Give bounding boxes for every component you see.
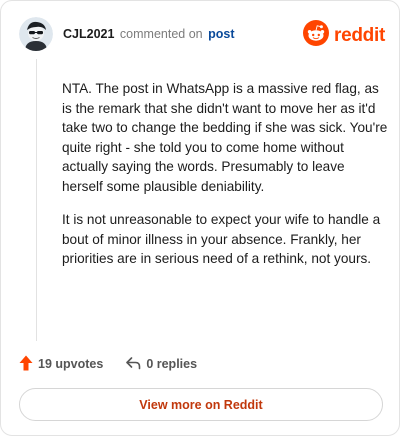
comment-header: CJL2021 commented on post reddit [19,17,385,51]
comment-paragraph: It is not unreasonable to expect your wi… [62,212,381,266]
comment-card: CJL2021 commented on post reddit NTA. Th… [0,0,400,436]
replies-count: 0 replies [146,357,198,371]
comment-meta: CJL2021 commented on post [63,27,234,41]
replies-stat[interactable]: 0 replies [125,356,197,373]
reddit-logo[interactable]: reddit [303,20,385,51]
comment-paragraph: NTA. The post in WhatsApp is a massive r… [62,81,388,194]
upvotes-stat[interactable]: 19 upvotes [19,355,103,374]
upvote-arrow-icon[interactable] [19,355,33,374]
reddit-logo-icon [303,20,330,51]
action-text: commented on [119,27,203,41]
username[interactable]: CJL2021 [63,27,114,41]
view-more-button[interactable]: View more on Reddit [19,388,383,421]
reply-arrow-icon[interactable] [125,356,141,373]
reddit-wordmark: reddit [334,24,385,46]
comment-body: NTA. The post in WhatsApp is a massive r… [62,79,388,283]
post-link[interactable]: post [208,27,234,41]
upvotes-count: 19 upvotes [38,357,104,371]
comment-footer: 19 upvotes 0 replies [19,353,197,375]
thread-line [36,59,37,341]
view-more-label: View more on Reddit [139,397,263,412]
user-avatar-icon[interactable] [19,17,53,51]
